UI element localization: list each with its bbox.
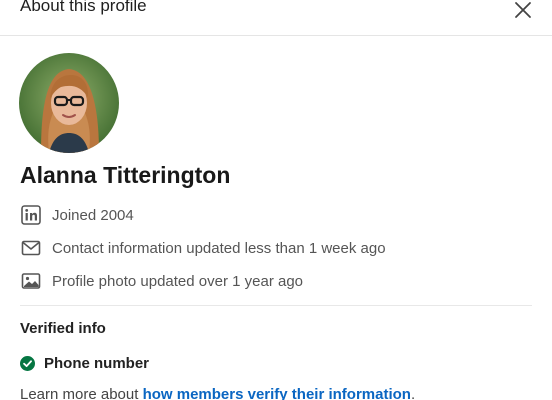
envelope-icon	[20, 237, 42, 259]
photo-updated-text: Profile photo updated over 1 year ago	[52, 272, 304, 290]
verified-info-heading: Verified info	[20, 320, 106, 337]
about-profile-dialog: About this profile Alanna Titterington J…	[0, 0, 552, 400]
dialog-header: About this profile	[0, 0, 552, 36]
linkedin-icon	[20, 204, 42, 226]
avatar	[19, 53, 119, 153]
verified-item-label: Phone number	[44, 354, 150, 372]
profile-photo	[19, 53, 119, 153]
learn-more-prefix: Learn more about	[20, 386, 143, 400]
photo-updated-row: Profile photo updated over 1 year ago	[20, 270, 303, 292]
check-circle-icon	[20, 355, 35, 371]
verified-item-phone: Phone number	[20, 352, 149, 374]
image-icon	[20, 270, 42, 292]
joined-text: Joined 2004	[52, 206, 134, 224]
close-button[interactable]	[508, 0, 538, 25]
learn-more-text: Learn more about how members verify thei…	[20, 386, 415, 400]
profile-name: Alanna Titterington	[20, 162, 231, 188]
contact-info-row: Contact information updated less than 1 …	[20, 237, 386, 259]
joined-row: Joined 2004	[20, 204, 134, 226]
close-icon	[515, 2, 531, 18]
contact-info-text: Contact information updated less than 1 …	[52, 239, 386, 257]
dialog-title: About this profile	[20, 0, 147, 15]
learn-more-suffix: .	[410, 386, 416, 400]
section-divider	[20, 305, 532, 306]
verify-info-link[interactable]: how members verify their information	[143, 386, 411, 400]
